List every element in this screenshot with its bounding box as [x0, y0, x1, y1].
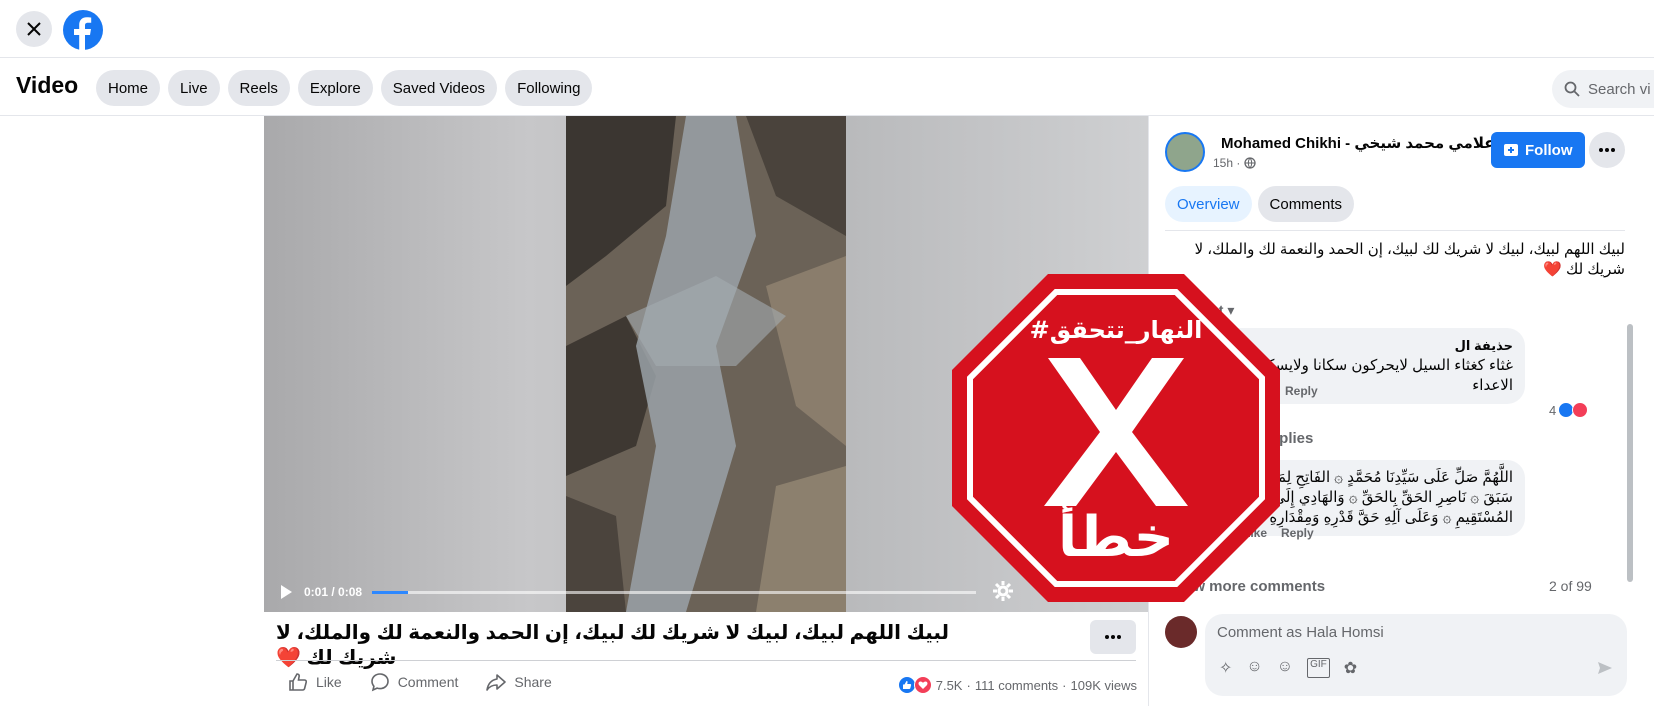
search-icon — [1564, 81, 1580, 97]
comment-actions: Reply — [1285, 384, 1318, 398]
progress-fill — [372, 591, 409, 594]
tab-comments[interactable]: Comments — [1257, 186, 1355, 222]
sticker-icon[interactable]: ☺ — [1246, 658, 1262, 678]
top-bar — [0, 0, 1654, 58]
panel-tabs: Overview Comments — [1165, 186, 1355, 222]
follow-button[interactable]: Follow — [1491, 132, 1585, 168]
comment-button[interactable]: Comment — [370, 672, 459, 692]
views-count: 109K views — [1070, 677, 1137, 693]
facebook-logo-icon[interactable] — [63, 10, 103, 50]
comment-bubble-icon — [370, 673, 389, 692]
comment-label: Comment — [397, 674, 459, 690]
post-stats: 7.5K · 111 comments · 109K views — [897, 676, 1137, 694]
follow-label: Follow — [1525, 141, 1573, 159]
comment-input[interactable]: Comment as Hala Homsi ✧ ☺ ☺ GIF ✿ — [1205, 614, 1627, 696]
video-frame — [566, 116, 846, 612]
tab-following[interactable]: Following — [505, 70, 593, 106]
comment-placeholder: Comment as Hala Homsi — [1217, 624, 1384, 641]
comment-reaction-count: 4 — [1549, 402, 1557, 418]
tab-explore[interactable]: Explore — [297, 70, 373, 106]
sticker-pack-icon[interactable]: ✿ — [1344, 658, 1357, 678]
progress-bar[interactable] — [372, 591, 976, 594]
stats-separator: · — [1062, 677, 1067, 693]
share-button[interactable]: Share — [486, 672, 552, 692]
search-input[interactable]: Search vi — [1552, 70, 1654, 108]
stamp-verdict: خطأ — [1058, 500, 1174, 570]
more-dots-icon — [1105, 635, 1121, 639]
close-button[interactable] — [16, 11, 52, 47]
gif-icon[interactable]: GIF — [1307, 658, 1330, 678]
like-label: Like — [316, 674, 342, 690]
comments-count[interactable]: 111 comments — [975, 678, 1058, 693]
reply-button[interactable]: Reply — [1281, 526, 1314, 540]
author-avatar[interactable] — [1165, 132, 1205, 172]
reactions-count[interactable]: 7.5K — [936, 678, 963, 693]
comment-pager: 2 of 99 — [1549, 578, 1592, 594]
love-reaction-icon — [1572, 402, 1589, 418]
fact-check-false-stamp: #النهار_تتحقق خطأ — [952, 274, 1280, 602]
divider — [276, 660, 1136, 661]
tab-home[interactable]: Home — [96, 70, 161, 106]
tab-saved-videos[interactable]: Saved Videos — [380, 70, 498, 106]
more-options-button[interactable] — [1090, 620, 1136, 654]
reply-button[interactable]: Reply — [1285, 384, 1318, 398]
thumbs-up-icon — [289, 673, 308, 691]
avatar-sticker-icon[interactable]: ✧ — [1219, 658, 1232, 678]
post-meta: 15h · — [1213, 156, 1257, 170]
comment-tools: ✧ ☺ ☺ GIF ✿ — [1219, 658, 1357, 678]
love-reaction-icon — [913, 676, 932, 694]
divider — [1165, 230, 1625, 231]
page-title: Video — [16, 72, 79, 98]
close-icon — [27, 22, 41, 36]
comment-reactions[interactable]: 4 — [1549, 402, 1589, 418]
post-actions: Like Comment Share — [288, 672, 552, 692]
video-nav-bar: Video Home Live Reels Explore Saved Vide… — [0, 58, 1654, 116]
current-user-avatar[interactable] — [1165, 616, 1197, 648]
search-placeholder: Search vi — [1588, 80, 1651, 98]
author-name[interactable]: Mohamed Chikhi - الإعلامي محمد شيخي — [1221, 134, 1511, 152]
share-arrow-icon — [486, 674, 507, 691]
tab-live[interactable]: Live — [168, 70, 220, 106]
panel-more-button[interactable] — [1589, 132, 1625, 168]
send-icon[interactable] — [1597, 660, 1613, 676]
comments-scrollbar[interactable] — [1627, 324, 1633, 582]
follow-page-icon — [1504, 144, 1518, 156]
emoji-icon[interactable]: ☺ — [1277, 658, 1293, 678]
tab-reels[interactable]: Reels — [227, 70, 290, 106]
video-caption: لبيك اللهم لبيك، لبيك لا شريك لك لبيك، إ… — [276, 622, 950, 669]
stamp-hashtag: #النهار_تتحقق — [1030, 316, 1203, 344]
play-icon[interactable] — [278, 584, 294, 600]
globe-icon — [1244, 157, 1257, 169]
share-label: Share — [514, 674, 552, 690]
more-dots-icon — [1599, 148, 1615, 152]
tab-overview[interactable]: Overview — [1165, 186, 1252, 222]
post-time[interactable]: 15h · — [1213, 156, 1240, 170]
video-time: 0:01 / 0:08 — [304, 585, 363, 599]
nav-tabs: Home Live Reels Explore Saved Videos Fol… — [96, 70, 593, 106]
stats-separator: · — [966, 677, 971, 693]
like-button[interactable]: Like — [288, 672, 342, 692]
